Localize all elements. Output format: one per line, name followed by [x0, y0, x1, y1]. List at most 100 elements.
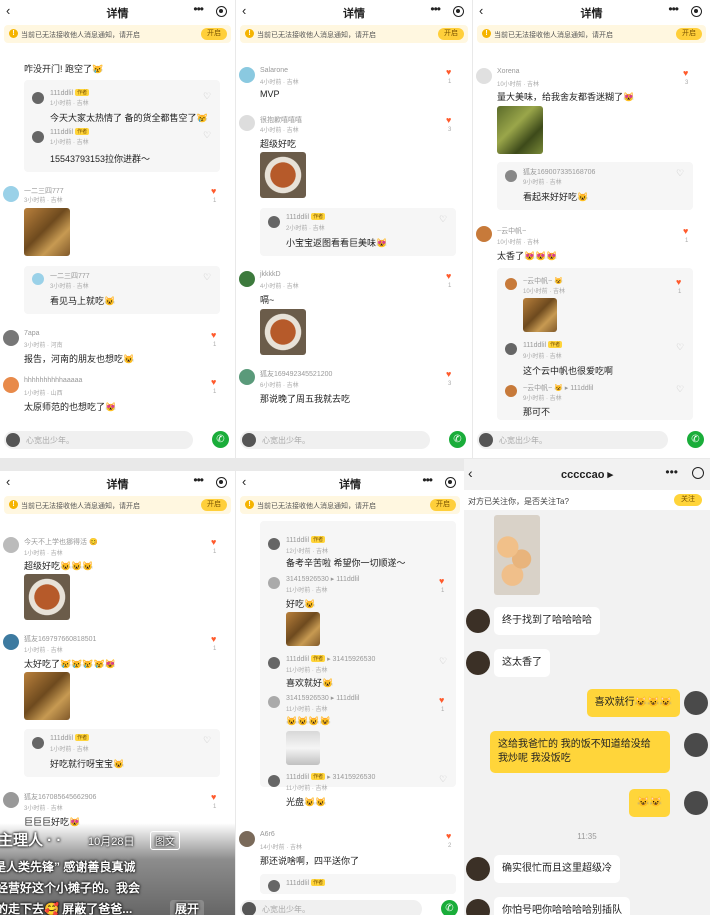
like-icon[interactable]: ♥ — [211, 186, 216, 196]
comment-nick[interactable]: Xorena — [497, 68, 520, 75]
avatar[interactable] — [268, 775, 280, 787]
like-icon[interactable]: ♡ — [676, 168, 684, 179]
like-icon[interactable]: ♥ — [683, 68, 688, 78]
chat-image[interactable] — [494, 515, 540, 595]
like-icon[interactable]: ♡ — [676, 384, 684, 395]
avatar[interactable] — [505, 385, 517, 397]
reply-nick[interactable]: 111ddlil 作者 — [286, 879, 326, 887]
like-icon[interactable]: ♥ — [446, 67, 451, 77]
reply-nick[interactable]: 111ddlil 作者 — [50, 734, 90, 742]
comment-input[interactable]: 心宽出少年。 — [240, 900, 422, 915]
wechat-icon[interactable]: ✆ — [687, 431, 704, 448]
reply-photo[interactable] — [286, 731, 320, 765]
like-icon[interactable]: ♡ — [203, 735, 211, 746]
avatar[interactable] — [466, 899, 490, 915]
comment-nick[interactable]: 狐友167085645662906 — [24, 792, 96, 802]
like-icon[interactable]: ♥ — [683, 226, 688, 236]
more-icon[interactable]: ••• — [422, 473, 433, 487]
like-icon[interactable]: ♡ — [203, 91, 211, 102]
enable-button[interactable]: 开启 — [201, 499, 227, 511]
avatar[interactable] — [3, 634, 19, 650]
avatar[interactable] — [505, 278, 517, 290]
target-icon[interactable] — [691, 6, 702, 17]
avatar[interactable] — [239, 115, 255, 131]
like-icon[interactable]: ♡ — [676, 342, 684, 353]
target-icon[interactable] — [692, 467, 704, 479]
comment-input[interactable]: 心宽出少年。 — [240, 431, 430, 449]
avatar[interactable] — [32, 131, 44, 143]
avatar[interactable] — [239, 831, 255, 847]
avatar[interactable] — [268, 577, 280, 589]
comment-nick[interactable]: ~云中帆~ — [497, 226, 526, 236]
comment-nick[interactable]: A6r6 — [260, 831, 275, 838]
comment-photo[interactable] — [24, 672, 70, 720]
like-icon[interactable]: ♥ — [446, 115, 451, 125]
enable-button[interactable]: 开启 — [201, 28, 227, 40]
comment-nick[interactable]: 狐友169797660818501 — [24, 634, 96, 644]
reply-nick[interactable]: 31415926530 ▸ 111ddlil — [286, 694, 359, 702]
avatar[interactable] — [268, 657, 280, 669]
avatar[interactable] — [3, 186, 19, 202]
more-icon[interactable]: ••• — [668, 2, 679, 16]
target-icon[interactable] — [216, 6, 227, 17]
comment-nick[interactable]: jkkkkD — [260, 271, 281, 278]
avatar[interactable] — [268, 696, 280, 708]
avatar[interactable] — [3, 377, 19, 393]
avatar[interactable] — [239, 271, 255, 287]
reply-nick[interactable]: 111ddlil 作者 — [523, 341, 563, 349]
avatar[interactable] — [239, 369, 255, 385]
avatar[interactable] — [268, 880, 280, 892]
reply-photo[interactable] — [286, 612, 320, 646]
more-icon[interactable]: ••• — [193, 473, 204, 487]
avatar[interactable] — [32, 737, 44, 749]
wechat-icon[interactable]: ✆ — [212, 431, 229, 448]
follow-button[interactable]: 关注 — [674, 494, 702, 506]
avatar[interactable] — [3, 792, 19, 808]
reply-nick[interactable]: ~云中帆~ 😺 ▸ 111ddlil — [523, 383, 593, 393]
avatar[interactable] — [268, 538, 280, 550]
comment-nick[interactable]: Salarone — [260, 67, 288, 74]
wechat-icon[interactable]: ✆ — [441, 900, 458, 915]
reply-nick[interactable]: 31415926530 ▸ 111ddlil — [286, 575, 359, 583]
comment-nick[interactable]: 很抱歉嘻嘻嘻 — [260, 115, 302, 125]
target-icon[interactable] — [216, 477, 227, 488]
avatar[interactable] — [466, 651, 490, 675]
like-icon[interactable]: ♡ — [439, 774, 447, 785]
reply-nick[interactable]: 狐友169007335168706 — [523, 167, 595, 177]
avatar[interactable] — [684, 691, 708, 715]
like-icon[interactable]: ♡ — [203, 272, 211, 283]
like-icon[interactable]: ♥ — [446, 831, 451, 841]
avatar[interactable] — [505, 170, 517, 182]
like-icon[interactable]: ♥ — [676, 277, 681, 287]
avatar[interactable] — [32, 273, 44, 285]
comment-photo[interactable] — [24, 574, 70, 620]
like-icon[interactable]: ♥ — [211, 537, 216, 547]
avatar[interactable] — [268, 216, 280, 228]
avatar[interactable] — [684, 791, 708, 815]
like-icon[interactable]: ♥ — [211, 377, 216, 387]
wechat-icon[interactable]: ✆ — [449, 431, 466, 448]
avatar[interactable] — [476, 68, 492, 84]
comment-nick[interactable]: 7apa — [24, 330, 40, 337]
more-icon[interactable]: ••• — [430, 2, 441, 16]
enable-button[interactable]: 开启 — [438, 28, 464, 40]
reply-nick[interactable]: 111ddlil 作者 — [50, 89, 90, 97]
avatar[interactable] — [466, 857, 490, 881]
target-icon[interactable] — [453, 6, 464, 17]
comment-input[interactable]: 心宽出少年。 — [4, 431, 193, 449]
more-icon[interactable]: ••• — [193, 2, 204, 16]
expand-button[interactable]: 展开 — [170, 900, 205, 915]
target-icon[interactable] — [445, 477, 456, 488]
comment-photo[interactable] — [260, 309, 306, 355]
comment-nick[interactable]: 今天不上学也挪得活 😊 — [24, 537, 98, 547]
comment-nick[interactable]: 狐友169492345521200 — [260, 369, 332, 379]
like-icon[interactable]: ♥ — [446, 271, 451, 281]
comment-nick[interactable]: hhhhhhhhhhaaaaa — [24, 377, 82, 384]
like-icon[interactable]: ♥ — [439, 695, 444, 705]
comment-input[interactable]: 心宽出少年。 — [477, 431, 668, 449]
comment-photo[interactable] — [260, 152, 306, 198]
like-icon[interactable]: ♥ — [439, 576, 444, 586]
reply-nick[interactable]: 一二三四777 — [50, 271, 90, 281]
avatar[interactable] — [476, 226, 492, 242]
avatar[interactable] — [684, 733, 708, 757]
